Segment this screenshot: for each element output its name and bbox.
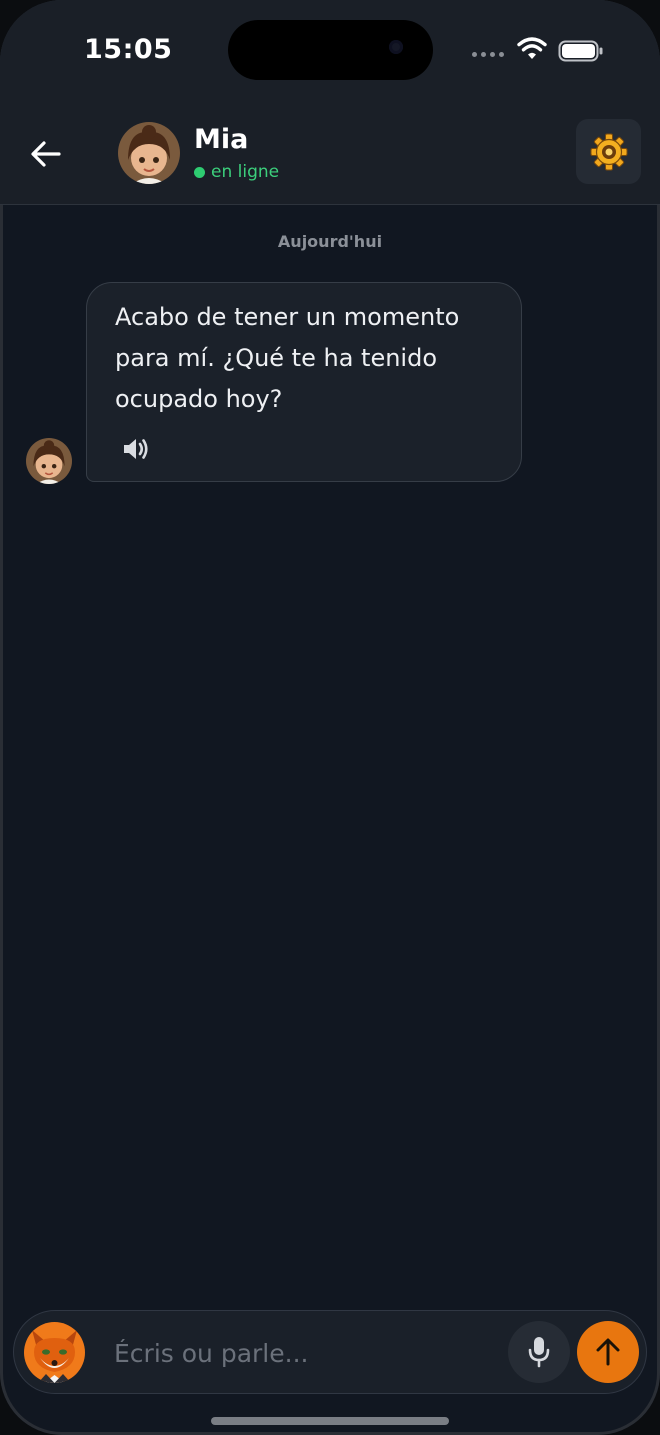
- message-composer: [13, 1310, 647, 1394]
- status-time: 15:05: [84, 34, 173, 65]
- chat-header: Mia en ligne: [0, 100, 660, 205]
- presence-status: en ligne: [194, 162, 279, 182]
- cellular-signal-icon: [472, 52, 504, 57]
- avatar-image: [118, 122, 180, 184]
- wifi-icon: [517, 37, 547, 59]
- phone-screen: 15:05 Mia en ligne Aujourd'hui Acabo de …: [0, 0, 660, 1435]
- date-separator: Aujourd'hui: [277, 232, 383, 251]
- back-button[interactable]: [26, 134, 66, 174]
- settings-button[interactable]: [576, 119, 641, 184]
- message-text: Acabo de tener un momento para mí. ¿Qué …: [115, 303, 460, 413]
- message-bubble: Acabo de tener un momento para mí. ¿Qué …: [86, 282, 522, 482]
- arrow-up-icon: [596, 1338, 620, 1366]
- microphone-button[interactable]: [508, 1321, 570, 1383]
- microphone-icon: [528, 1337, 550, 1368]
- message-avatar: [26, 438, 72, 484]
- play-audio-button[interactable]: [121, 435, 151, 463]
- status-bar: 15:05: [0, 0, 660, 100]
- gear-icon: [590, 133, 627, 170]
- fox-avatar-icon: [24, 1322, 85, 1383]
- camera-icon: [389, 40, 403, 54]
- presence-text: en ligne: [211, 162, 280, 182]
- online-dot-icon: [194, 166, 205, 178]
- contact-avatar[interactable]: [118, 122, 180, 184]
- home-indicator[interactable]: [211, 1417, 449, 1425]
- contact-name: Mia: [194, 124, 249, 155]
- arrow-left-icon: [31, 141, 61, 167]
- message-input[interactable]: [112, 1329, 496, 1377]
- send-button[interactable]: [577, 1321, 639, 1383]
- battery-icon: [558, 40, 603, 62]
- avatar-image: [26, 438, 72, 484]
- speaker-icon: [124, 439, 148, 459]
- user-avatar[interactable]: [24, 1322, 85, 1383]
